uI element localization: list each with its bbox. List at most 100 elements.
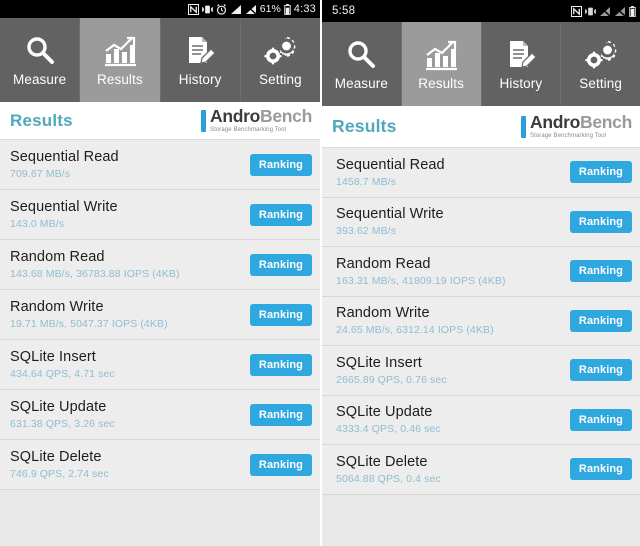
bar-chart-icon xyxy=(424,37,458,71)
table-row[interactable]: Random Write 24.65 MB/s, 6312.14 IOPS (4… xyxy=(322,296,640,346)
ranking-button[interactable]: Ranking xyxy=(249,203,312,226)
tab-results[interactable]: Results xyxy=(401,22,482,106)
bar-chart-icon xyxy=(103,33,137,67)
results-list-left: Sequential Read 709.67 MB/s Ranking Sequ… xyxy=(0,140,320,490)
row-texts: Random Write 24.65 MB/s, 6312.14 IOPS (4… xyxy=(336,305,494,336)
logo-bar-icon xyxy=(520,115,526,138)
benchmark-value: 746.9 QPS, 2.74 sec xyxy=(10,468,109,480)
ranking-button[interactable]: Ranking xyxy=(249,403,312,426)
tab-results-label: Results xyxy=(418,76,464,91)
alarm-icon xyxy=(216,3,227,15)
nfc-icon xyxy=(571,5,582,17)
tab-history-label: History xyxy=(499,76,543,91)
benchmark-value: 709.67 MB/s xyxy=(10,168,71,180)
table-row[interactable]: Sequential Write 393.62 MB/s Ranking xyxy=(322,197,640,247)
row-texts: SQLite Update 4333.4 QPS, 0.46 sec xyxy=(336,404,441,435)
status-bar-icons: 61% 4:33 xyxy=(187,3,316,15)
table-row[interactable]: SQLite Update 4333.4 QPS, 0.46 sec Ranki… xyxy=(322,395,640,445)
row-texts: SQLite Insert 434.64 QPS, 4.71 sec xyxy=(10,349,115,380)
row-texts: Sequential Read 1458.7 MB/s xyxy=(336,157,445,188)
table-row[interactable]: Random Read 163.31 MB/s, 41809.19 IOPS (… xyxy=(322,247,640,297)
table-row[interactable]: Sequential Read 1458.7 MB/s Ranking xyxy=(322,148,640,198)
logo-text: AndroBench Storage Benchmarking Tool xyxy=(209,107,312,134)
battery-icon xyxy=(629,5,636,17)
androbench-logo: AndroBench Storage Benchmarking Tool xyxy=(200,107,312,134)
benchmark-name: SQLite Delete xyxy=(336,453,428,470)
benchmark-value: 631.38 QPS, 3.26 sec xyxy=(10,418,115,430)
results-header: Results AndroBench Storage Benchmarking … xyxy=(0,102,320,140)
ranking-button[interactable]: Ranking xyxy=(249,253,312,276)
ranking-button[interactable]: Ranking xyxy=(569,359,632,382)
logo-text: AndroBench Storage Benchmarking Tool xyxy=(530,113,632,139)
table-row[interactable]: Random Write 19.71 MB/s, 5047.37 IOPS (4… xyxy=(0,290,320,340)
ranking-button[interactable]: Ranking xyxy=(569,309,632,332)
logo-wordmark: AndroBench xyxy=(530,113,632,132)
tab-history[interactable]: History xyxy=(161,18,241,102)
status-bar-icons xyxy=(571,5,636,17)
table-row[interactable]: SQLite Delete 5064.88 QPS, 0.4 sec Ranki… xyxy=(322,445,640,495)
magnifier-icon xyxy=(24,33,56,67)
tab-history[interactable]: History xyxy=(482,22,562,106)
tab-measure[interactable]: Measure xyxy=(0,18,81,102)
ranking-button[interactable]: Ranking xyxy=(569,458,632,481)
magnifier-icon xyxy=(345,37,377,71)
document-pen-icon xyxy=(505,37,537,71)
results-list-right: Sequential Read 1458.7 MB/s Ranking Sequ… xyxy=(322,148,640,495)
tab-setting[interactable]: Setting xyxy=(241,18,320,102)
table-row[interactable]: SQLite Update 631.38 QPS, 3.26 sec Ranki… xyxy=(0,390,320,440)
dual-screenshot-comparison: 61% 4:33 Measure Results History Setting xyxy=(0,0,640,546)
tab-results[interactable]: Results xyxy=(80,18,161,102)
table-row[interactable]: SQLite Insert 2665.89 QPS, 0.76 sec Rank… xyxy=(322,346,640,396)
nfc-icon xyxy=(187,3,199,15)
gears-icon xyxy=(584,37,618,71)
page-title: Results xyxy=(10,110,73,130)
signal-icon xyxy=(230,4,242,15)
ranking-button[interactable]: Ranking xyxy=(569,260,632,283)
table-row[interactable]: Sequential Write 143.0 MB/s Ranking xyxy=(0,190,320,240)
benchmark-value: 2665.89 QPS, 0.76 sec xyxy=(336,373,447,386)
ranking-button[interactable]: Ranking xyxy=(249,453,312,476)
logo-bar-icon xyxy=(200,109,206,132)
signal-off-icon xyxy=(245,3,257,15)
gears-icon xyxy=(263,33,297,67)
ranking-button[interactable]: Ranking xyxy=(569,161,632,184)
ranking-button[interactable]: Ranking xyxy=(249,153,312,176)
tab-history-label: History xyxy=(178,72,222,87)
tab-measure[interactable]: Measure xyxy=(322,22,402,106)
ranking-button[interactable]: Ranking xyxy=(249,303,312,326)
ranking-button[interactable]: Ranking xyxy=(569,408,632,431)
benchmark-name: Sequential Read xyxy=(336,156,445,173)
benchmark-name: Random Write xyxy=(336,305,430,322)
logo-tagline: Storage Benchmarking Tool xyxy=(209,127,287,134)
benchmark-name: SQLite Update xyxy=(336,404,433,421)
benchmark-name: SQLite Insert xyxy=(336,354,422,371)
tab-bar: Measure Results History Setting xyxy=(0,18,320,102)
row-texts: SQLite Delete 5064.88 QPS, 0.4 sec xyxy=(336,454,441,485)
tab-setting-label: Setting xyxy=(579,76,622,91)
logo-wordmark: AndroBench xyxy=(210,107,312,126)
tab-setting-label: Setting xyxy=(259,72,302,87)
ranking-button[interactable]: Ranking xyxy=(249,353,312,376)
row-texts: SQLite Insert 2665.89 QPS, 0.76 sec xyxy=(336,355,447,386)
benchmark-name: SQLite Insert xyxy=(10,349,96,365)
vibrate-icon xyxy=(585,6,596,17)
table-row[interactable]: Random Read 143.68 MB/s, 36783.88 IOPS (… xyxy=(0,240,320,290)
phone-screenshot-right: 5:58 Measure Results History Setting Res… xyxy=(320,0,640,546)
benchmark-name: Random Write xyxy=(10,299,104,315)
benchmark-value: 19.71 MB/s, 5047.37 IOPS (4KB) xyxy=(10,318,168,330)
tab-setting[interactable]: Setting xyxy=(561,22,640,106)
table-row[interactable]: SQLite Delete 746.9 QPS, 2.74 sec Rankin… xyxy=(0,440,320,490)
benchmark-name: Sequential Write xyxy=(336,206,444,223)
row-texts: Sequential Write 143.0 MB/s xyxy=(10,199,118,230)
battery-icon xyxy=(284,3,291,15)
table-row[interactable]: Sequential Read 709.67 MB/s Ranking xyxy=(0,140,320,190)
row-texts: SQLite Update 631.38 QPS, 3.26 sec xyxy=(10,399,115,430)
benchmark-value: 163.31 MB/s, 41809.19 IOPS (4KB) xyxy=(336,274,506,287)
phone-screenshot-left: 61% 4:33 Measure Results History Setting xyxy=(0,0,320,546)
benchmark-value: 1458.7 MB/s xyxy=(336,175,397,188)
benchmark-value: 5064.88 QPS, 0.4 sec xyxy=(336,472,441,485)
ranking-button[interactable]: Ranking xyxy=(569,210,632,233)
vibrate-icon xyxy=(201,4,213,15)
benchmark-value: 143.0 MB/s xyxy=(10,218,65,230)
table-row[interactable]: SQLite Insert 434.64 QPS, 4.71 sec Ranki… xyxy=(0,340,320,390)
